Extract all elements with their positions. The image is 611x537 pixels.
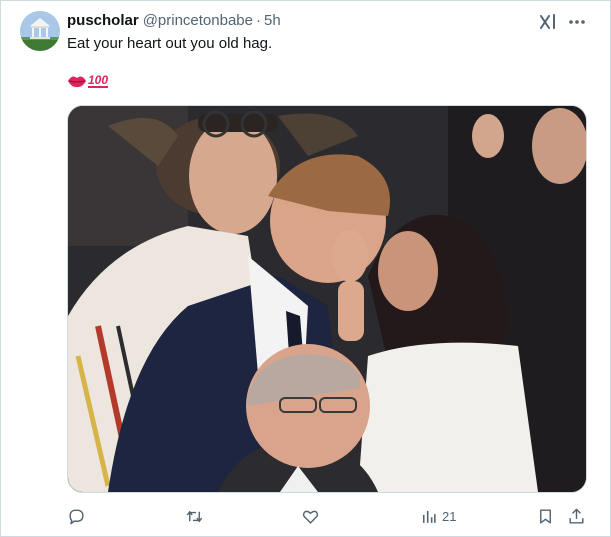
share-icon: [569, 508, 584, 524]
share-button[interactable]: [567, 504, 586, 528]
hundred-points-emoji-icon: 100: [88, 73, 109, 88]
grok-icon: [540, 14, 555, 29]
reply-icon: [69, 508, 84, 524]
bookmark-icon: [540, 508, 551, 524]
tweet-text: Eat your heart out you old hag.: [67, 35, 273, 52]
bookmark-button[interactable]: [536, 504, 555, 528]
views-count: 21: [442, 508, 457, 524]
gazebo-avatar-icon: [20, 11, 60, 51]
like-button[interactable]: [301, 504, 320, 528]
kiss-mark-emoji-icon: [68, 76, 86, 88]
more-dots-icon: [569, 20, 585, 24]
heart-icon: [302, 510, 319, 524]
photo-image: [68, 106, 586, 492]
hundred-points-text: 100: [88, 73, 109, 87]
author-display-name[interactable]: puscholar: [67, 12, 139, 29]
timestamp[interactable]: 5h: [264, 12, 281, 29]
emoji-line: 100: [67, 71, 109, 91]
tweet-card[interactable]: puscholar @princetonbabe · 5h Eat your hear…: [0, 0, 611, 537]
reply-button[interactable]: [67, 504, 86, 528]
more-button[interactable]: [565, 10, 589, 34]
tweet-header: puscholar @princetonbabe · 5h: [67, 12, 281, 30]
grok-button[interactable]: [536, 10, 560, 34]
retweet-icon: [186, 510, 203, 522]
retweet-button[interactable]: [185, 504, 204, 528]
separator-dot: ·: [256, 12, 261, 29]
author-handle[interactable]: @princetonbabe: [143, 12, 253, 29]
tweet-photo[interactable]: [67, 105, 587, 493]
avatar[interactable]: [20, 11, 60, 51]
views-button[interactable]: 21: [419, 504, 456, 528]
tweet-actions: 21: [1, 504, 611, 528]
views-chart-icon: [422, 510, 436, 523]
